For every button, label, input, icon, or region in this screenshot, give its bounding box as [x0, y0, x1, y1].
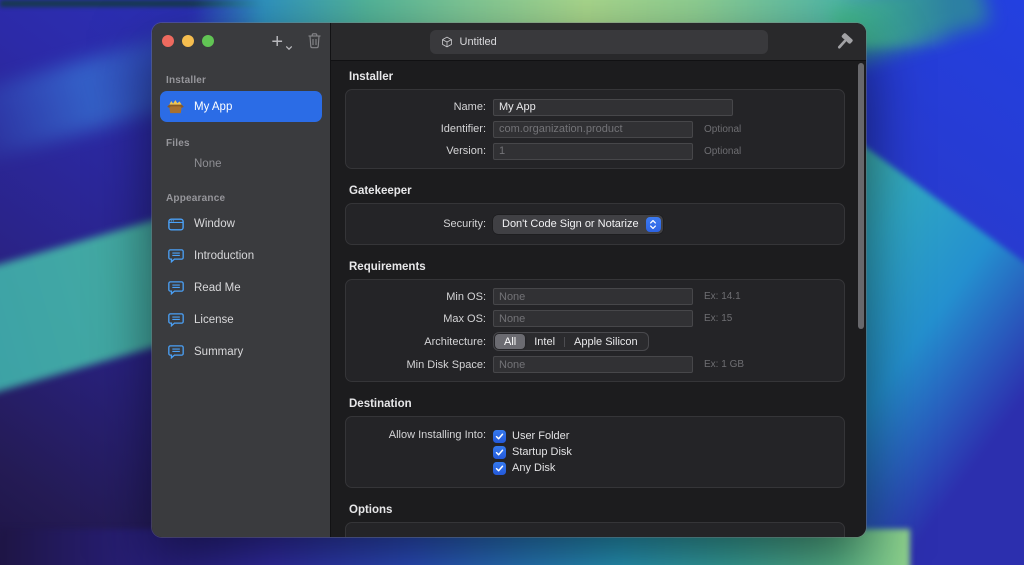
trash-icon [308, 33, 321, 49]
sidebar-item-label: None [194, 158, 222, 170]
name-input[interactable] [493, 98, 733, 116]
sidebar-item-label: License [194, 314, 234, 326]
security-popup-button[interactable]: Don't Code Sign or Notarize [493, 214, 663, 234]
checkbox-checked-icon [493, 461, 506, 475]
hammer-icon [837, 33, 853, 49]
sidebar-item-label: Window [194, 218, 235, 230]
identifier-note: Optional [704, 123, 742, 135]
sidebar-item-window[interactable]: Window [160, 209, 322, 239]
chevron-down-icon [285, 45, 293, 50]
delete-button[interactable] [307, 32, 322, 54]
sidebar-item-label: Introduction [194, 250, 255, 262]
document-title: Untitled [459, 36, 497, 48]
vertical-scrollbar[interactable] [858, 63, 864, 329]
sidebar-item-read-me[interactable]: Read Me [160, 273, 322, 303]
sidebar-item-summary[interactable]: Summary [160, 337, 322, 367]
min-disk-space-input[interactable] [493, 356, 693, 373]
section-title-options: Options [349, 504, 393, 516]
section-title-installer: Installer [349, 71, 394, 83]
app-window: + Installer My App Files None Appearance… [152, 23, 866, 537]
sidebar: + Installer My App Files None Appearance… [152, 23, 330, 537]
sidebar-item-label: Summary [194, 346, 244, 358]
close-button[interactable] [162, 35, 174, 47]
checkbox-user-folder[interactable]: User Folder [493, 428, 572, 444]
installer-card: Name: Identifier: Optional Version: Opti… [345, 89, 845, 169]
sidebar-item-license[interactable]: License [160, 305, 322, 335]
package-cube-icon [441, 36, 452, 48]
version-note: Optional [704, 145, 742, 157]
segment-intel[interactable]: Intel [525, 334, 564, 349]
section-title-requirements: Requirements [349, 261, 426, 273]
section-title-destination: Destination [349, 398, 412, 410]
speech-bubble-icon [166, 345, 185, 359]
security-popup-value: Don't Code Sign or Notarize [502, 218, 639, 230]
plus-icon: + [271, 30, 283, 53]
min-disk-space-note: Ex: 1 GB [704, 359, 745, 370]
section-title-gatekeeper: Gatekeeper [349, 185, 412, 197]
architecture-label: Architecture: [424, 335, 486, 348]
checkbox-checked-icon [493, 429, 506, 443]
window-icon [166, 217, 185, 231]
checkbox-startup-disk[interactable]: Startup Disk [493, 444, 572, 460]
min-os-label: Min OS: [446, 290, 486, 303]
sidebar-toolbar: + [152, 23, 330, 75]
name-label: Name: [453, 101, 486, 113]
sidebar-item-introduction[interactable]: Introduction [160, 241, 322, 271]
main-pane: Untitled Installer Name: My App Identifi… [330, 23, 866, 537]
package-box-icon [166, 97, 185, 116]
speech-bubble-icon [166, 313, 185, 327]
checkbox-any-disk[interactable]: Any Disk [493, 460, 572, 476]
sidebar-item-my-app[interactable]: My App [160, 91, 322, 122]
max-os-note: Ex: 15 [704, 313, 733, 324]
segment-all[interactable]: All [495, 334, 526, 349]
min-os-note: Ex: 14.1 [704, 291, 741, 302]
build-button[interactable] [834, 32, 854, 57]
add-button[interactable]: + [271, 32, 293, 52]
minimize-button[interactable] [182, 35, 194, 47]
popup-chevrons-icon [645, 216, 661, 232]
version-input[interactable] [493, 142, 693, 160]
content-area: Installer Name: Identifier: Optional Ver… [331, 61, 866, 537]
max-os-label: Max OS: [443, 312, 486, 325]
toolbar: Untitled [331, 23, 866, 61]
checkbox-label: User Folder [512, 430, 570, 442]
speech-bubble-icon [166, 249, 185, 263]
checkbox-label: Startup Disk [512, 446, 572, 458]
min-os-input[interactable] [493, 288, 693, 305]
document-title-field[interactable]: Untitled [429, 30, 768, 54]
sidebar-section-files: Files [166, 138, 190, 149]
sidebar-section-installer: Installer [166, 75, 207, 86]
identifier-label: Identifier: [440, 123, 486, 135]
sidebar-item-none: None [160, 154, 322, 174]
destination-card: Allow Installing Into: User Folder Start… [345, 416, 845, 488]
gatekeeper-card: Security: Don't Code Sign or Notarize [345, 203, 845, 245]
options-card [345, 522, 845, 537]
speech-bubble-icon [166, 281, 185, 295]
architecture-segmented-control: All Intel Apple Silicon [493, 332, 649, 351]
identifier-input[interactable] [493, 120, 693, 138]
security-label: Security: [443, 218, 486, 230]
allow-installing-label: Allow Installing Into: [388, 429, 486, 442]
sidebar-item-label: Read Me [194, 282, 241, 294]
sidebar-item-label: My App [194, 100, 233, 113]
zoom-button[interactable] [202, 35, 214, 47]
sidebar-section-appearance: Appearance [166, 193, 226, 204]
min-disk-space-label: Min Disk Space: [406, 358, 486, 371]
checkbox-label: Any Disk [512, 462, 556, 474]
max-os-input[interactable] [493, 310, 693, 327]
traffic-lights [162, 35, 214, 47]
checkbox-checked-icon [493, 445, 506, 459]
requirements-card: Min OS: Ex: 14.1 Max OS: Ex: 15 Architec… [345, 279, 845, 382]
segment-apple-silicon[interactable]: Apple Silicon [565, 334, 647, 349]
version-label: Version: [446, 145, 486, 157]
